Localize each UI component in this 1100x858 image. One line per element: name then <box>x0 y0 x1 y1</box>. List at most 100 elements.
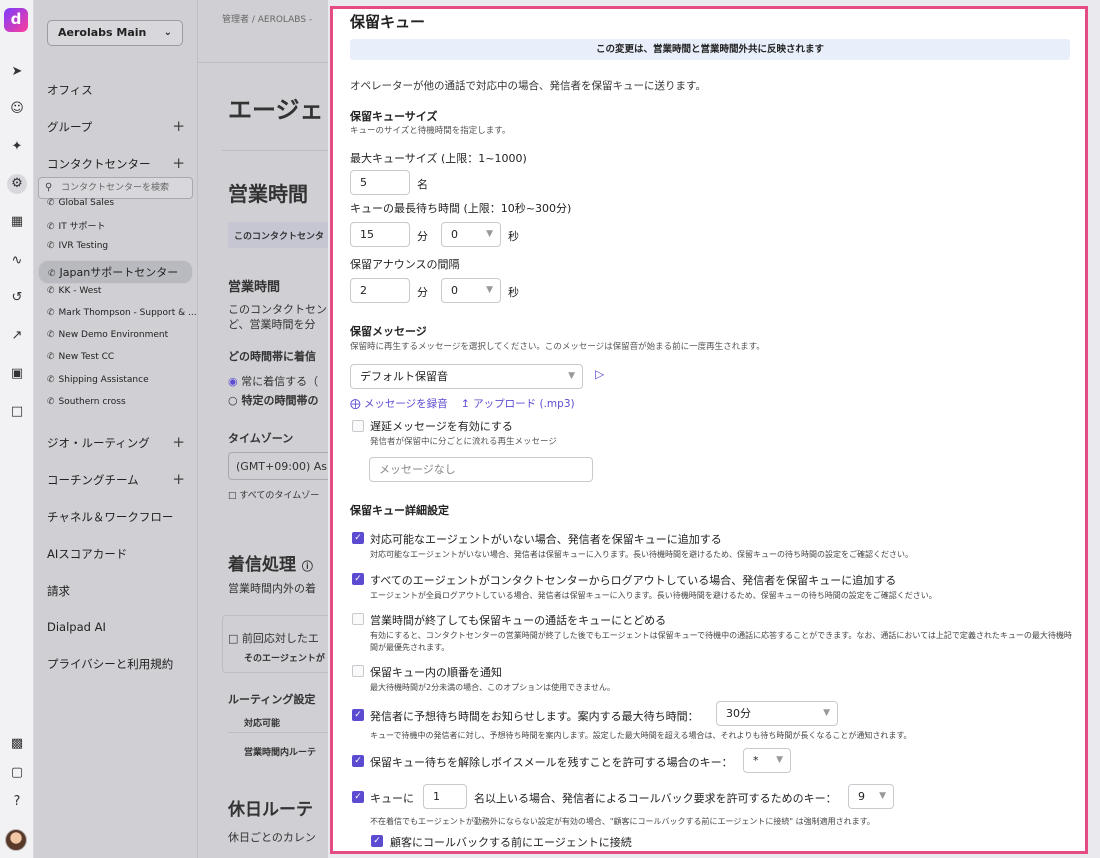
cc-item-new-test[interactable]: ✆ New Test CC <box>47 352 197 362</box>
rocket-icon[interactable]: ➤ <box>7 62 27 82</box>
phone-icon: ✆ <box>47 241 55 251</box>
announce-seconds-select[interactable]: 0 ▼ <box>441 278 501 303</box>
radio-always[interactable]: ◉ 常に着信する（ <box>228 373 318 389</box>
minutes-unit: 分 <box>417 230 428 243</box>
select-value: 0 <box>451 284 458 297</box>
phone-icon: ✆ <box>47 222 55 232</box>
sparkle-icon[interactable]: ✦ <box>7 137 27 157</box>
phone-icon: ✆ <box>47 397 55 407</box>
max-queue-input[interactable]: 5 <box>350 170 410 195</box>
nav-groups[interactable]: グループ + <box>47 117 187 135</box>
opt-callback-key-checkbox[interactable]: ✓ <box>352 791 364 803</box>
opt-position-checkbox[interactable] <box>352 665 364 677</box>
opt-position-label: 保留キュー内の順番を通知 <box>370 666 502 679</box>
user-icon[interactable]: ☺ <box>7 99 27 119</box>
chevron-down-icon: ▼ <box>486 229 493 239</box>
cc-item-shipping[interactable]: ✆ Shipping Assistance <box>47 375 197 385</box>
max-queue-unit: 名 <box>417 178 428 191</box>
record-message-link[interactable]: ⨁ メッセージを録音 <box>350 396 448 411</box>
link-label: アップロード (.mp3) <box>473 398 575 410</box>
trend-icon[interactable]: ↗ <box>7 326 27 346</box>
cube-icon[interactable]: □ <box>7 402 27 422</box>
max-wait-minutes-input[interactable]: 15 <box>350 222 410 247</box>
cc-item-new-demo[interactable]: ✆ New Demo Environment <box>47 330 197 340</box>
max-queue-label: 最大キューサイズ (上限：1~1000) <box>350 152 527 165</box>
plus-icon[interactable]: + <box>172 154 185 172</box>
nav-geo-routing[interactable]: ジオ・ルーティング + <box>47 433 187 451</box>
select-value: 9 <box>858 790 865 803</box>
info-icon[interactable]: ⓘ <box>302 560 313 573</box>
history-icon[interactable]: ↺ <box>7 288 27 308</box>
plus-icon[interactable]: + <box>172 433 185 451</box>
camera-icon[interactable]: ▢ <box>7 763 27 783</box>
callback-key-select[interactable]: 9 ▼ <box>848 784 894 809</box>
delay-message-input[interactable]: メッセージなし <box>369 457 593 482</box>
hours-desc: ど、営業時間を分 <box>228 318 316 331</box>
opt-logged-out-checkbox[interactable]: ✓ <box>352 573 364 585</box>
cc-item-japan-support[interactable]: ✆ Japanサポートセンター <box>38 260 193 284</box>
callback-threshold-input[interactable]: 1 <box>423 784 467 809</box>
holiday-title: 休日ルーテ <box>228 800 313 820</box>
opt-no-agents-desc: 対応可能なエージェントがいない場合、発信者は保留キューに入ります。長い待機時間を… <box>370 550 914 559</box>
opt-estimated-wait-checkbox[interactable]: ✓ <box>352 709 364 721</box>
nav-contact-centers[interactable]: コンタクトセンター + <box>47 154 187 172</box>
cc-item-global-sales[interactable]: ✆ Global Sales <box>47 198 197 206</box>
avatar[interactable] <box>5 829 27 851</box>
cc-label: IVR Testing <box>58 241 109 251</box>
cc-item-southern-cross[interactable]: ✆ Southern cross <box>47 397 197 407</box>
upload-link[interactable]: ↥ アップロード (.mp3) <box>461 396 575 411</box>
cc-label: Shipping Assistance <box>58 375 149 385</box>
nav-billing[interactable]: 請求 <box>47 583 187 599</box>
timezone-select[interactable]: (GMT+09:00) As <box>228 452 328 480</box>
seconds-unit: 秒 <box>508 286 519 299</box>
video-icon[interactable]: ▣ <box>7 364 27 384</box>
nav-office[interactable]: オフィス <box>47 82 187 98</box>
gear-icon[interactable]: ⚙ <box>7 174 27 194</box>
prev-agent-checkbox[interactable]: □ 前回応対したエ <box>228 630 319 646</box>
plus-icon[interactable]: + <box>172 470 185 488</box>
dialpad-icon[interactable]: ▩ <box>7 734 27 754</box>
estimated-wait-select[interactable]: 30分 ▼ <box>716 701 838 726</box>
nav-ai-scorecard[interactable]: AIスコアカード <box>47 546 187 562</box>
opt-connect-agent-label: 顧客にコールバックする前にエージェントに接続 <box>390 836 632 849</box>
opt-estimated-wait-desc: キューで待機中の発信者に対し、予想待ち時間を案内します。設定した最大時間を超える… <box>370 731 912 740</box>
chevron-down-icon: ▼ <box>776 755 783 765</box>
voicemail-key-select[interactable]: * ▼ <box>743 748 791 773</box>
opt-keep-queue-label: 営業時間が終了しても保留キューの通話をキューにとどめる <box>370 614 667 627</box>
breadcrumb: 管理者 / AEROLABS - <box>222 15 313 25</box>
max-wait-seconds-select[interactable]: 0 ▼ <box>441 222 501 247</box>
contact-center-search[interactable]: ⚲ コンタクトセンターを検索 <box>38 177 193 199</box>
opt-no-agents-checkbox[interactable]: ✓ <box>352 532 364 544</box>
plus-icon[interactable]: + <box>172 117 185 135</box>
cc-item-mark-thompson[interactable]: ✆ Mark Thompson - Support & ... <box>47 308 197 318</box>
cc-item-ivr-testing[interactable]: ✆ IVR Testing <box>47 241 197 251</box>
radio-specific[interactable]: ○ 特定の時間帯の <box>228 392 318 408</box>
help-icon[interactable]: ? <box>7 792 27 812</box>
opt-voicemail-key-checkbox[interactable]: ✓ <box>352 755 364 767</box>
opt-logged-out-label: すべてのエージェントがコンタクトセンターからログアウトしている場合、発信者を保留… <box>370 574 897 587</box>
nav-privacy[interactable]: プライバシーと利用規約 <box>47 656 187 672</box>
cc-item-it-support[interactable]: ✆ IT サポート <box>47 219 197 232</box>
play-icon[interactable]: ▷ <box>595 367 604 381</box>
upload-icon: ↥ <box>461 398 470 410</box>
nav-channels[interactable]: チャネル＆ワークフロー <box>47 509 187 525</box>
hold-message-select[interactable]: デフォルト保留音 ▼ <box>350 364 583 389</box>
opt-connect-agent-checkbox[interactable]: ✓ <box>371 835 383 847</box>
nav-coaching[interactable]: コーチングチーム + <box>47 470 187 488</box>
delay-message-checkbox[interactable] <box>352 420 364 432</box>
dialpad-logo-icon[interactable]: d <box>4 8 28 32</box>
clipboard-icon[interactable]: ▦ <box>7 212 27 232</box>
chevron-down-icon: ▼ <box>568 371 575 381</box>
opt-callback-prefix: キューに <box>370 792 414 805</box>
cc-item-kk-west[interactable]: ✆ KK - West <box>47 286 197 296</box>
nav-label: Dialpad AI <box>47 620 106 634</box>
all-tz-checkbox[interactable]: □ すべてのタイムゾー <box>228 488 319 501</box>
cc-label: IT サポート <box>58 222 106 232</box>
select-value: * <box>753 754 759 767</box>
opt-keep-queue-checkbox[interactable] <box>352 613 364 625</box>
nav-dialpad-ai[interactable]: Dialpad AI <box>47 620 187 634</box>
announce-minutes-input[interactable]: 2 <box>350 278 410 303</box>
background-page: 管理者 / AEROLABS - エージェ 営業時間 このコンタクトセンタ 営業… <box>198 0 328 858</box>
activity-icon[interactable]: ∿ <box>7 251 27 271</box>
workspace-selector[interactable]: Aerolabs Main ⌄ <box>47 20 183 46</box>
